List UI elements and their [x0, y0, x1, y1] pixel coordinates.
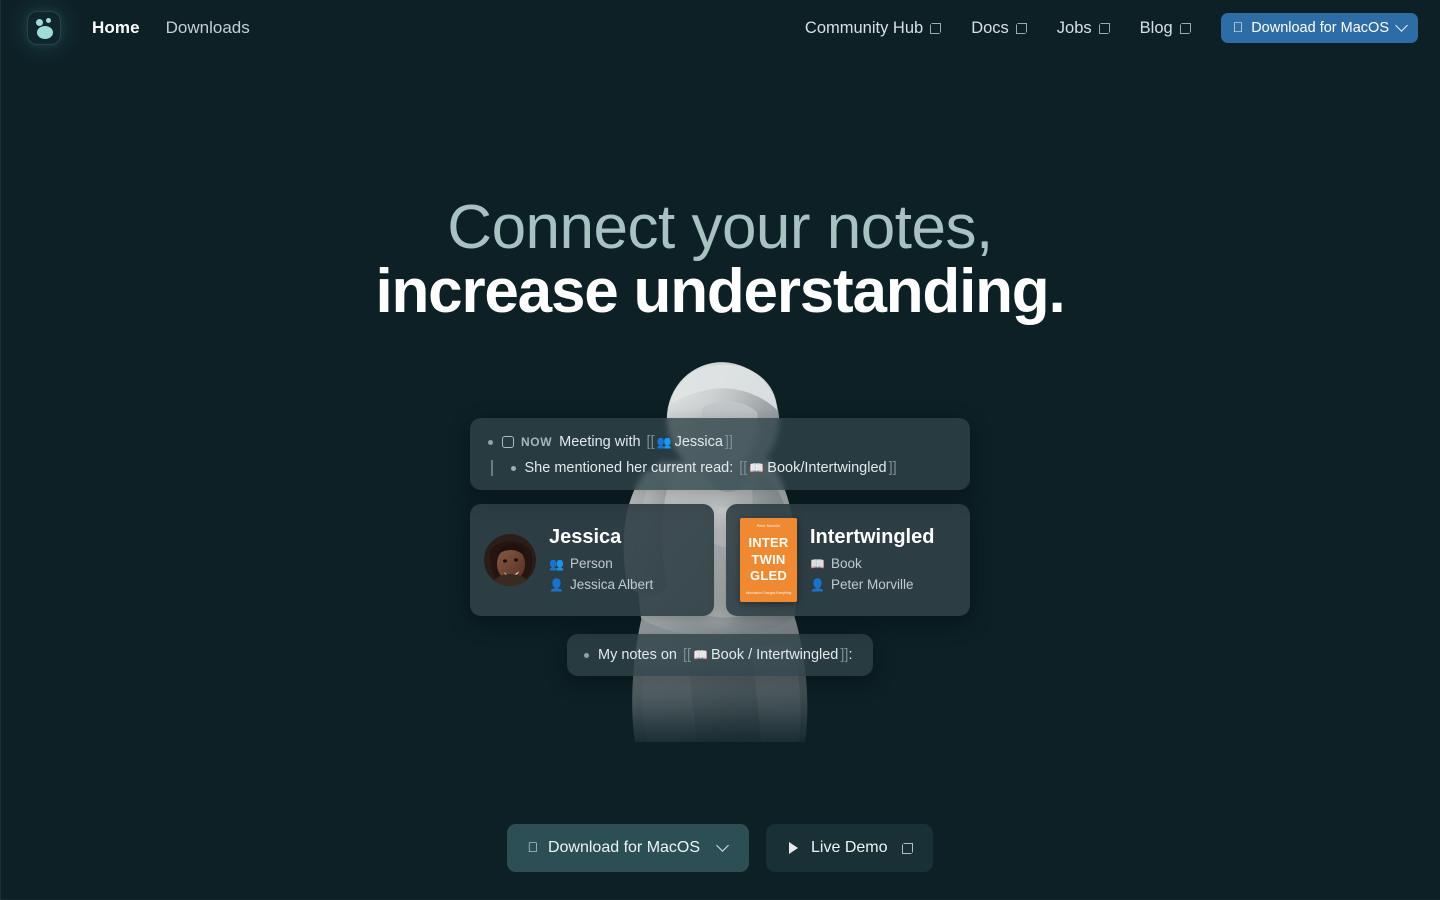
entity-card-person[interactable]: Jessica 👥 Person 👤 Jessica Albert [470, 504, 714, 616]
person-icon: 👤 [810, 577, 825, 592]
nav-item-community-hub-label: Community Hub [804, 18, 924, 37]
entity-meta-name: 👤 Jessica Albert [549, 575, 653, 596]
external-link-icon [930, 22, 942, 34]
nav-item-jobs-label: Jobs [1056, 18, 1092, 37]
external-link-icon [1098, 22, 1110, 34]
site-header: Home Downloads Community Hub Docs Jobs B… [0, 0, 1440, 67]
bottom-note-trailing: : [848, 647, 853, 663]
person-icon: 👤 [549, 577, 564, 592]
bullet-icon [584, 652, 589, 658]
entity-meta-author-label: Peter Morville [830, 576, 914, 592]
chevron-down-icon[interactable] [716, 838, 729, 852]
nav-item-docs-label: Docs [971, 18, 1009, 37]
note-card: NOW Meeting with [[ 👥 Jessica ]] She men… [470, 418, 970, 490]
ref-bracket-close: ]] [724, 434, 733, 450]
book-cover-title-line-1: INTER [748, 535, 789, 550]
people-icon: 👥 [656, 435, 672, 449]
entity-meta-type-label: Book [830, 555, 862, 571]
entity-meta-type: 👥 Person [549, 554, 653, 575]
entity-meta-type: 📖 Book [810, 554, 934, 575]
page-ref-book-intertwingled[interactable]: Book / Intertwingled [711, 647, 838, 663]
book-cover-title: INTER TWIN GLED [740, 535, 797, 585]
note-row-primary: NOW Meeting with [[ 👥 Jessica ]] [488, 434, 952, 450]
apple-icon:  [527, 840, 538, 854]
ref-bracket-open: [[ [683, 647, 692, 663]
people-icon: 👥 [549, 556, 564, 571]
nav-item-jobs[interactable]: Jobs [1057, 19, 1110, 38]
page-ref-intertwingled[interactable]: Book/Intertwingled [767, 460, 886, 476]
page-edge-left [0, 0, 1, 900]
cta-live-demo-label: Live Demo [809, 839, 887, 856]
entity-card-book[interactable]: Peter Morville INTER TWIN GLED Informati… [726, 504, 970, 616]
entity-meta-type-label: Person [569, 555, 613, 571]
entity-body: Jessica 👥 Person 👤 Jessica Albert [549, 525, 653, 596]
now-badge: NOW [521, 435, 553, 449]
header-download-label: Download for MacOS [1251, 20, 1389, 36]
chevron-down-icon[interactable] [1395, 18, 1408, 32]
page-ref-jessica[interactable]: Jessica [675, 434, 723, 450]
primary-nav: Home Downloads [92, 18, 250, 38]
book-icon: 📖 [693, 648, 709, 662]
block-indent-guide [491, 460, 493, 476]
cta-button-row:  Download for MacOS Live Demo [0, 824, 1440, 872]
ref-bracket-open: [[ [646, 434, 655, 450]
page-title: Connect your notes, increase understandi… [0, 196, 1440, 325]
cta-live-demo-button[interactable]: Live Demo [766, 824, 933, 872]
nav-item-downloads[interactable]: Downloads [166, 18, 250, 38]
bullet-icon [510, 465, 516, 471]
entity-card-row: Jessica 👥 Person 👤 Jessica Albert Peter … [470, 504, 970, 616]
bullet-icon [488, 439, 493, 445]
entity-title: Jessica [549, 525, 622, 548]
play-icon [786, 841, 801, 856]
note-child-block: She mentioned her current read: [[ 📖 Boo… [488, 460, 952, 476]
external-link-icon [1179, 22, 1191, 34]
note-row-secondary: She mentioned her current read: [[ 📖 Boo… [510, 460, 897, 476]
cta-download-button[interactable]:  Download for MacOS [507, 824, 750, 872]
book-cover-subtitle: Information Changes Everything [745, 591, 792, 595]
note-row-secondary-text: She mentioned her current read: [524, 460, 734, 476]
nav-item-home[interactable]: Home [92, 18, 140, 38]
bottom-note-row: My notes on [[ 📖 Book / Intertwingled ]]… [584, 647, 856, 663]
bottom-note-text: My notes on [598, 647, 677, 663]
checkbox[interactable] [502, 436, 514, 448]
book-icon: 📖 [749, 461, 765, 475]
graph-preview: NOW Meeting with [[ 👥 Jessica ]] She men… [470, 418, 970, 676]
ref-bracket-open: [[ [739, 460, 748, 476]
book-cover-image: Peter Morville INTER TWIN GLED Informati… [740, 518, 797, 602]
header-download-button[interactable]:  Download for MacOS [1220, 13, 1418, 43]
book-cover-author: Peter Morville [756, 524, 781, 528]
book-icon: 📖 [810, 556, 825, 571]
external-link-icon [1015, 22, 1027, 34]
cta-download-label: Download for MacOS [542, 839, 700, 856]
avatar [484, 534, 536, 586]
nav-item-docs[interactable]: Docs [971, 19, 1027, 38]
nav-item-blog-label: Blog [1139, 18, 1173, 37]
logseq-logo-icon[interactable] [27, 11, 61, 45]
ref-bracket-close: ]] [840, 647, 849, 663]
headline-line-1: Connect your notes, [447, 193, 993, 262]
entity-body: Intertwingled 📖 Book 👤 Peter Morville [810, 525, 934, 596]
logo-blob-mid [36, 19, 43, 26]
nav-item-blog[interactable]: Blog [1140, 19, 1191, 38]
book-cover-title-line-3: GLED [750, 568, 787, 583]
book-cover-title-line-2: TWIN [751, 551, 786, 567]
entity-title: Intertwingled [810, 525, 935, 548]
note-row-primary-text: Meeting with [559, 434, 641, 450]
header-left-group: Home Downloads [0, 0, 250, 67]
ref-bracket-close: ]] [888, 460, 897, 476]
logo-wrapper[interactable] [5, 0, 83, 67]
entity-meta-author: 👤 Peter Morville [810, 575, 934, 596]
logo-blob-big [37, 26, 53, 39]
apple-icon:  [1233, 20, 1244, 34]
header-right-group: Community Hub Docs Jobs Blog  Download … [805, 13, 1440, 43]
external-link-icon [901, 842, 913, 854]
entity-meta-name-label: Jessica Albert [569, 576, 654, 592]
hero-section: Connect your notes, increase understandi… [0, 0, 1440, 900]
bottom-note-card: My notes on [[ 📖 Book / Intertwingled ]]… [567, 634, 873, 676]
logo-blob-small [46, 18, 51, 23]
nav-item-community-hub[interactable]: Community Hub [804, 18, 942, 38]
